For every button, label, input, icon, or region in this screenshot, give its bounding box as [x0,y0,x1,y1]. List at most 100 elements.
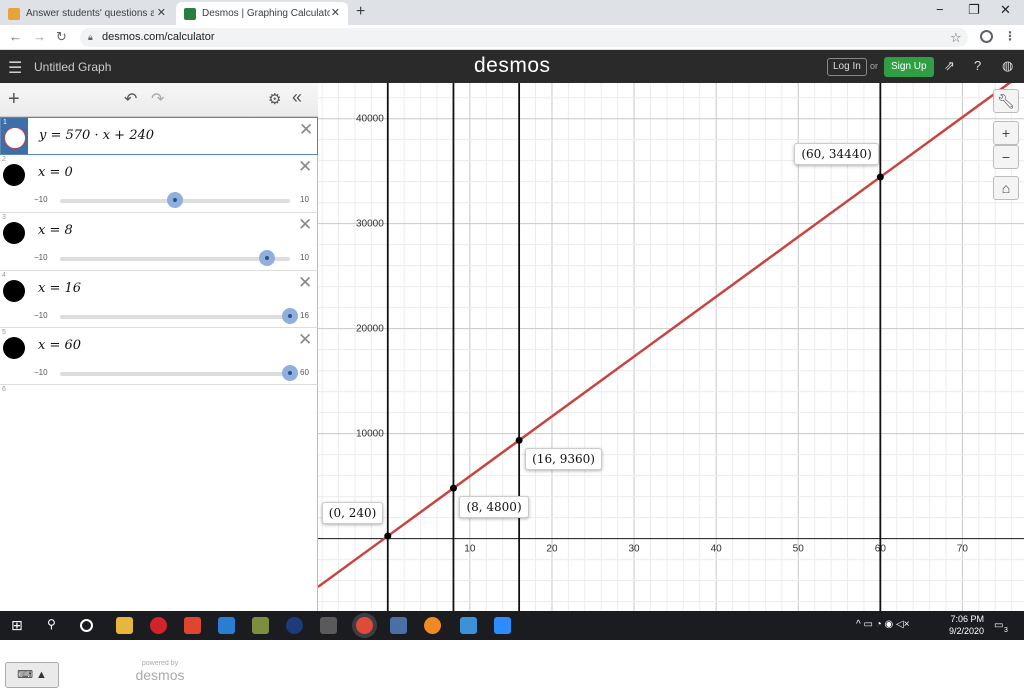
slider-thumb[interactable] [259,250,275,266]
desmos-favicon-icon [184,7,196,20]
black-graph-style-icon[interactable] [3,222,25,244]
windows-start-icon[interactable]: ⊞ [11,617,28,634]
red-graph-style-icon[interactable] [4,127,26,149]
app-icon[interactable] [424,617,441,634]
system-tray-icons[interactable]: ^ ▭ ◔ ◉ ◁× [856,619,910,630]
graph-title[interactable]: Untitled Graph [34,60,111,74]
close-tab-icon[interactable]: ✕ [331,6,340,19]
redo-icon[interactable]: ↷ [151,89,164,109]
expression-formula[interactable]: y = 570 · x + 240 [39,128,154,143]
browser-tab-desmos[interactable]: Desmos | Graphing Calculator ✕ [176,2,348,25]
slider-max-label[interactable]: 16 [300,311,309,320]
bookmark-star-icon[interactable]: ☆ [950,30,962,46]
browser-tab-answer[interactable]: Answer students' questions and e ✕ [0,2,174,25]
delete-expression-icon[interactable]: ✕ [298,215,312,235]
app-icon[interactable] [390,617,407,634]
graph-paper[interactable]: 1020304050607010000200003000040000 🔧︎ + … [318,83,1024,611]
app-icon[interactable] [286,617,303,634]
search-icon[interactable]: ⚲ [47,617,64,634]
undo-icon[interactable]: ↶ [124,89,137,109]
outlook-icon[interactable] [218,617,235,634]
expression-gutter: 6 [0,385,27,415]
zoom-out-icon[interactable]: − [993,145,1019,169]
expression-row[interactable]: 4 x = 16 ✕ −10 16 [0,271,318,328]
expression-gutter: 5 [0,328,27,384]
profile-icon[interactable] [980,30,993,43]
login-button[interactable]: Log In [827,58,867,76]
minimize-icon[interactable]: − [936,2,944,17]
forward-arrow-icon[interactable]: → [33,29,46,44]
point-coordinate-label[interactable]: (0, 240) [321,502,384,525]
back-arrow-icon[interactable]: ← [9,29,22,44]
expression-index: 3 [2,214,6,221]
black-graph-style-icon[interactable] [3,164,25,186]
slider-thumb[interactable] [167,192,183,208]
expression-row[interactable]: 3 x = 8 ✕ −10 10 [0,213,318,271]
expression-formula[interactable]: x = 60 [38,338,81,353]
expression-formula[interactable]: x = 16 [38,281,81,296]
reload-icon[interactable]: ↻ [56,29,67,45]
slider-max-label[interactable]: 10 [300,195,309,204]
clock-time[interactable]: 7:06 PM [944,614,984,624]
delete-expression-icon[interactable]: ✕ [299,120,313,140]
x-tick-label: 10 [464,544,476,555]
delete-expression-icon[interactable]: ✕ [298,157,312,177]
chrome-icon[interactable] [356,617,373,634]
app-icon[interactable] [184,617,201,634]
help-icon[interactable]: ? [974,58,981,73]
address-bar[interactable]: 🔒︎ desmos.com/calculator [80,28,968,47]
graph-canvas[interactable]: 1020304050607010000200003000040000 [318,83,1024,611]
line-y-equals-570x-plus-240 [318,83,1012,588]
delete-expression-icon[interactable]: ✕ [298,330,312,350]
delete-expression-icon[interactable]: ✕ [298,273,312,293]
default-viewport-home-icon[interactable]: ⌂ [993,176,1019,200]
app-icon[interactable] [460,617,477,634]
black-graph-style-icon[interactable] [3,280,25,302]
point-coordinate-label[interactable]: (60, 34440) [794,143,879,166]
app-icon[interactable] [252,617,269,634]
slider-min-label[interactable]: −10 [34,368,48,377]
hamburger-menu-icon[interactable]: ☰ [8,58,22,78]
slider-min-label[interactable]: −10 [34,253,48,262]
file-explorer-icon[interactable] [116,617,133,634]
slider-max-label[interactable]: 10 [300,253,309,262]
expression-formula[interactable]: x = 8 [38,223,73,238]
expression-gutter: 4 [0,271,27,327]
graph-settings-wrench-icon[interactable]: 🔧︎ [993,89,1019,113]
slider-thumb[interactable] [282,365,298,381]
close-tab-icon[interactable]: ✕ [157,6,166,19]
point-coordinate-label[interactable]: (8, 4800) [459,496,529,519]
black-graph-style-icon[interactable] [3,337,25,359]
notifications-icon[interactable]: ▭ [994,620,1003,631]
expression-row[interactable]: 1 y = 570 · x + 240 ✕ [0,117,318,155]
settings-gear-icon[interactable]: ⚙ [268,90,281,108]
task-view-icon[interactable] [80,619,93,632]
collapse-panel-icon[interactable]: « [292,87,302,108]
slider-thumb[interactable] [282,308,298,324]
keyboard-toggle-button[interactable]: ⌨ ▲ [5,662,59,688]
language-globe-icon[interactable]: ◍ [1002,58,1013,74]
expression-formula[interactable]: x = 0 [38,165,73,180]
add-expression-icon[interactable]: + [8,88,20,111]
empty-expression-row[interactable]: 6 [0,385,318,415]
new-tab-icon[interactable]: + [356,3,365,21]
slider-max-label[interactable]: 60 [300,368,309,377]
slider-min-label[interactable]: −10 [34,195,48,204]
close-window-icon[interactable]: ✕ [1000,2,1011,18]
point-coordinate-label[interactable]: (16, 9360) [525,448,602,471]
opera-icon[interactable] [150,617,167,634]
restore-icon[interactable]: ❐ [968,2,980,18]
signup-button[interactable]: Sign Up [884,57,934,77]
slider-min-label[interactable]: −10 [34,311,48,320]
app-icon[interactable] [320,617,337,634]
expression-row[interactable]: 2 x = 0 ✕ −10 10 [0,155,318,213]
browser-menu-icon[interactable]: ⋮ [1004,29,1016,43]
expression-row[interactable]: 5 x = 60 ✕ −10 60 [0,328,318,385]
slider-track[interactable] [60,315,290,319]
slider-track[interactable] [60,257,290,261]
slider-track[interactable] [60,372,290,376]
zoom-in-icon[interactable]: + [993,121,1019,145]
zoom-app-icon[interactable] [494,617,511,634]
clock-date[interactable]: 9/2/2020 [944,626,984,636]
share-icon[interactable]: ⇗ [944,58,955,74]
